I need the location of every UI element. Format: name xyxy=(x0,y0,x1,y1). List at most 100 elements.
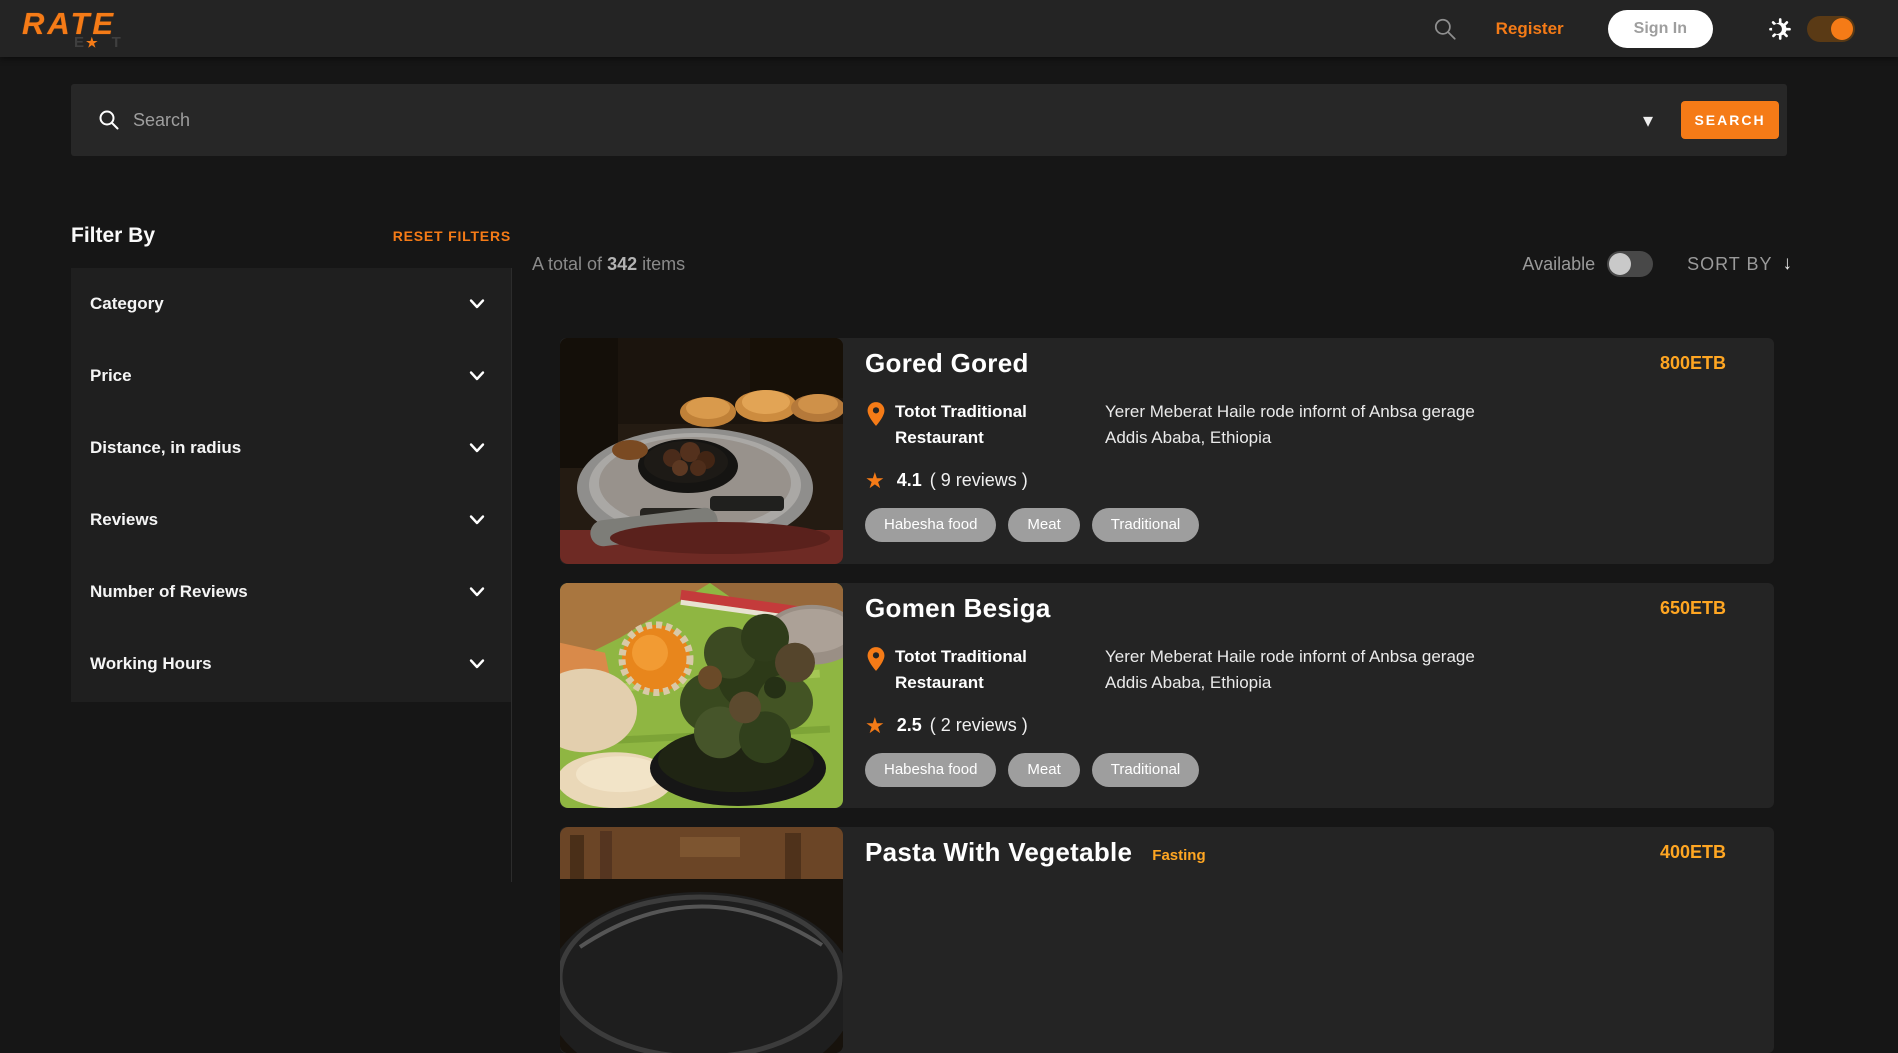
filter-label: Price xyxy=(90,366,132,385)
chevron-down-icon xyxy=(469,443,485,453)
rate-eat-logo[interactable]: RATE E★ T xyxy=(22,8,123,50)
search-category-caret-icon[interactable]: ▾ xyxy=(1643,108,1653,133)
tag-chip[interactable]: Meat xyxy=(1008,752,1080,787)
sort-direction-arrow-icon[interactable]: ↓ xyxy=(1783,253,1793,275)
address-line-2: Addis Ababa, Ethiopia xyxy=(1105,428,1272,448)
filter-item-distance[interactable]: Distance, in radius xyxy=(71,412,511,484)
rating-value: 4.1 xyxy=(896,470,922,491)
theme-toggle[interactable] xyxy=(1807,15,1855,42)
filter-panel: Category Price Distance, in radius Revie… xyxy=(71,268,511,702)
sort-by-button[interactable]: SORT BY xyxy=(1687,254,1772,275)
star-icon: ★ xyxy=(865,467,885,493)
filter-label: Working Hours xyxy=(90,654,212,673)
filter-item-number-of-reviews[interactable]: Number of Reviews xyxy=(71,556,511,628)
filter-by-title: Filter By xyxy=(71,224,156,247)
location-pin-icon xyxy=(867,402,885,426)
brightness-theme-icon[interactable] xyxy=(1767,16,1793,42)
food-title-row: Gomen Besiga 650ETB xyxy=(865,593,1726,624)
address-line-2: Addis Ababa, Ethiopia xyxy=(1105,673,1272,693)
filter-label: Reviews xyxy=(90,510,159,529)
available-toggle[interactable] xyxy=(1607,251,1654,277)
restaurant-info-row: Totot Traditional Restaurant Yerer Meber… xyxy=(865,644,1726,697)
logo-letter-e: E xyxy=(74,33,87,51)
fasting-badge: Fasting xyxy=(1152,847,1206,864)
filter-label: Number of Reviews xyxy=(90,582,248,601)
filter-item-price[interactable]: Price xyxy=(71,340,511,412)
restaurant-name: Totot Traditional Restaurant xyxy=(895,647,1027,693)
rating-row: ★ 4.1 ( 9 reviews ) xyxy=(865,468,1726,494)
food-price: 650ETB xyxy=(1659,598,1726,618)
food-card-gomen-besiga[interactable]: Gomen Besiga 650ETB Totot Traditional Re… xyxy=(560,583,1774,808)
food-title-row: Pasta With Vegetable Fasting 400ETB xyxy=(865,837,1726,868)
chevron-down-icon xyxy=(469,515,485,525)
food-card-pasta-with-vegetable[interactable]: Pasta With Vegetable Fasting 400ETB xyxy=(560,827,1774,1053)
food-photo-gored-gored xyxy=(560,338,843,564)
restaurant-address: Yerer Meberat Haile rode infornt of Anbs… xyxy=(1105,399,1475,452)
food-card-gored-gored[interactable]: Gored Gored 800ETB Totot Traditional Res… xyxy=(560,338,1774,564)
rating-row: ★ 2.5 ( 2 reviews ) xyxy=(865,713,1726,739)
top-navbar: RATE E★ T Register Sign In xyxy=(0,0,1898,57)
food-price: 400ETB xyxy=(1659,842,1726,862)
logo-star-icon: ★ xyxy=(86,34,100,50)
sign-in-button[interactable]: Sign In xyxy=(1607,9,1713,48)
restaurant-address: Yerer Meberat Haile rode infornt of Anbs… xyxy=(1105,644,1475,697)
sidebar-divider xyxy=(511,268,512,882)
search-icon[interactable] xyxy=(1432,16,1458,42)
navbar-actions: Register Sign In xyxy=(1432,9,1855,48)
results-header-controls: Available SORT BY ↓ xyxy=(1522,251,1792,277)
logo-text-eat: E★ T xyxy=(74,35,123,50)
total-prefix: A total of xyxy=(532,253,603,274)
restaurant-info-row: Totot Traditional Restaurant Yerer Meber… xyxy=(865,399,1726,452)
tag-list: Habesha food Meat Traditional xyxy=(865,507,1726,542)
food-title: Pasta With Vegetable xyxy=(865,837,1133,867)
search-input-icon xyxy=(99,110,119,130)
total-count: 342 xyxy=(607,253,638,274)
logo-text-rate: RATE xyxy=(22,5,117,41)
tag-chip[interactable]: Traditional xyxy=(1091,507,1200,542)
tag-chip[interactable]: Habesha food xyxy=(865,507,997,542)
tag-chip[interactable]: Meat xyxy=(1008,507,1080,542)
filter-header: Filter By RESET FILTERS xyxy=(71,224,511,248)
search-bar: ▾ SEARCH xyxy=(71,84,1787,156)
results-header: A total of 342 items Available SORT BY ↓ xyxy=(532,248,1792,280)
chevron-down-icon xyxy=(469,659,485,669)
review-count: ( 2 reviews ) xyxy=(929,715,1028,736)
chevron-down-icon xyxy=(469,371,485,381)
theme-toggle-knob xyxy=(1831,17,1853,40)
food-price: 800ETB xyxy=(1659,353,1726,373)
food-photo-gomen-besiga xyxy=(560,583,843,808)
restaurant-name: Totot Traditional Restaurant xyxy=(895,402,1027,448)
tag-chip[interactable]: Habesha food xyxy=(865,752,997,787)
total-suffix: items xyxy=(642,253,686,274)
search-input[interactable] xyxy=(133,109,1643,131)
total-items-text: A total of 342 items xyxy=(532,254,685,275)
filter-item-category[interactable]: Category xyxy=(71,268,511,340)
tag-list: Habesha food Meat Traditional xyxy=(865,752,1726,787)
search-button[interactable]: SEARCH xyxy=(1681,101,1779,139)
available-label: Available xyxy=(1522,253,1596,274)
food-card-body: Pasta With Vegetable Fasting 400ETB xyxy=(843,827,1774,1053)
address-line-1: Yerer Meberat Haile rode infornt of Anbs… xyxy=(1105,647,1475,666)
rating-value: 2.5 xyxy=(896,715,922,736)
food-photo-pasta xyxy=(560,827,843,1053)
register-link[interactable]: Register xyxy=(1496,19,1564,39)
filter-label: Category xyxy=(90,294,164,313)
logo-letter-t: T xyxy=(111,33,123,51)
address-line-1: Yerer Meberat Haile rode infornt of Anbs… xyxy=(1105,402,1475,421)
tag-chip[interactable]: Traditional xyxy=(1091,752,1200,787)
food-card-body: Gomen Besiga 650ETB Totot Traditional Re… xyxy=(843,583,1774,808)
star-icon: ★ xyxy=(865,712,885,738)
chevron-down-icon xyxy=(469,587,485,597)
food-card-body: Gored Gored 800ETB Totot Traditional Res… xyxy=(843,338,1774,564)
reset-filters-button[interactable]: RESET FILTERS xyxy=(393,228,511,244)
food-title: Gomen Besiga xyxy=(865,593,1051,623)
available-toggle-knob xyxy=(1609,253,1632,275)
food-title: Gored Gored xyxy=(865,348,1029,378)
filter-item-reviews[interactable]: Reviews xyxy=(71,484,511,556)
filter-label: Distance, in radius xyxy=(90,438,242,457)
chevron-down-icon xyxy=(469,299,485,309)
food-title-row: Gored Gored 800ETB xyxy=(865,348,1726,379)
review-count: ( 9 reviews ) xyxy=(929,470,1028,491)
filter-item-working-hours[interactable]: Working Hours xyxy=(71,628,511,700)
location-pin-icon xyxy=(867,647,885,671)
